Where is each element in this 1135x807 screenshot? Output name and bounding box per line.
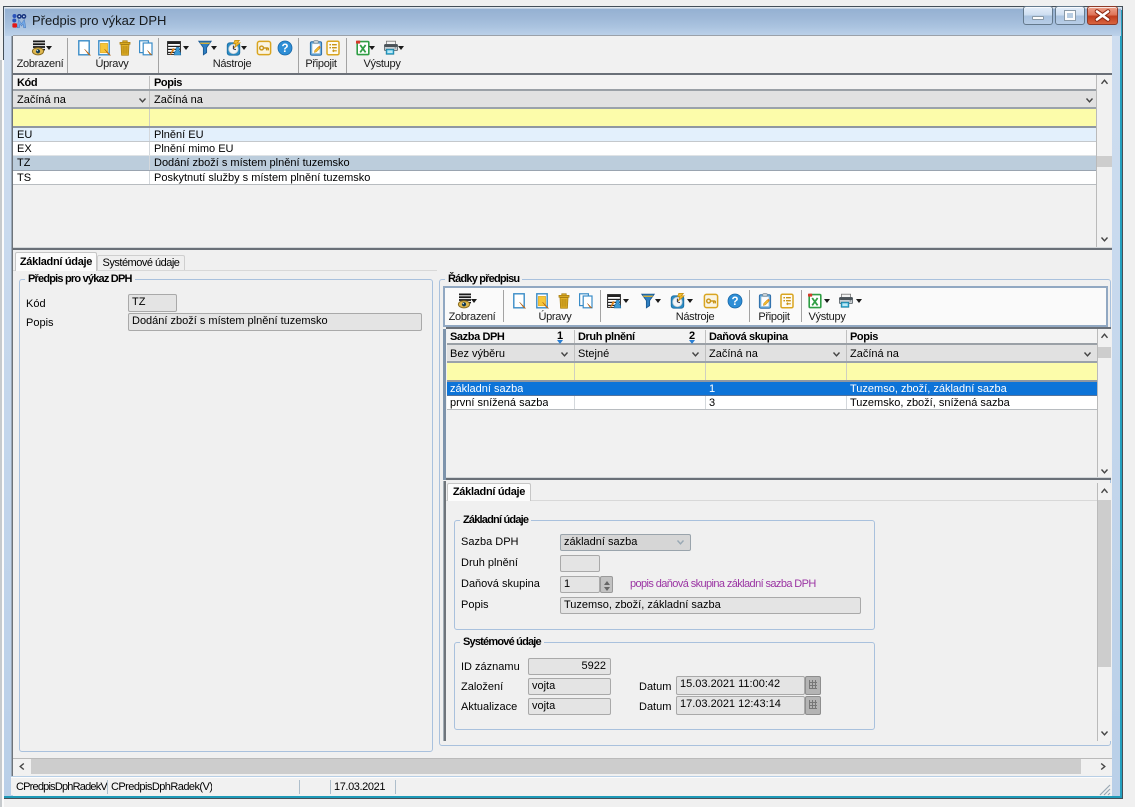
svg-text:?: ? <box>731 296 738 308</box>
svg-text:?: ? <box>281 43 288 55</box>
